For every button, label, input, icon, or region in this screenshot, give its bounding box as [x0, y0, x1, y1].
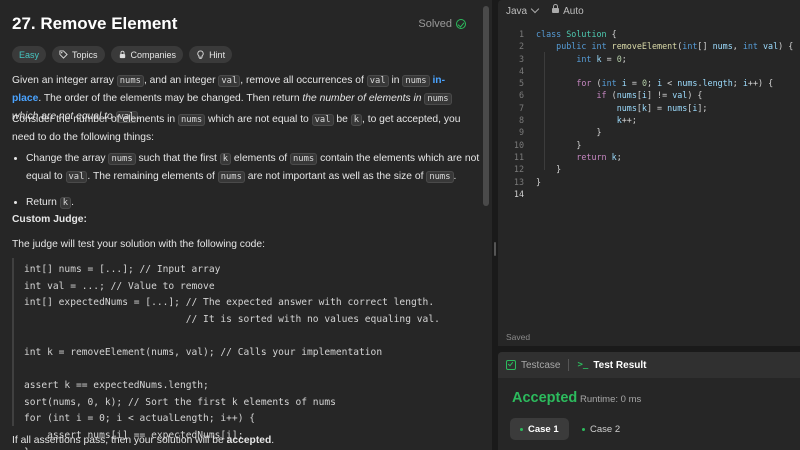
chevron-down-icon [530, 4, 540, 13]
judge-code-block: int[] nums = [...]; // Input array int v… [12, 258, 476, 450]
case-1-tab[interactable]: Case 1 [510, 418, 569, 440]
custom-judge-heading: Custom Judge: [12, 214, 87, 225]
difficulty-badge: Easy [12, 46, 47, 63]
hint-button[interactable]: Hint [189, 46, 233, 63]
result-tabs: Testcase >_ Test Result [498, 352, 800, 378]
line-number: 10 [513, 139, 524, 150]
judge-code: int[] nums = [...]; // Input array int v… [24, 264, 440, 450]
code-editor-panel[interactable]: Java Auto 1 2 3 4 5 6 7 8 9 10 11 12 13 14 class Solu… [498, 0, 800, 346]
lock-icon [552, 3, 560, 13]
tag-icon [59, 50, 68, 59]
problem-title: 27. Remove Element [12, 14, 178, 33]
solution-code[interactable]: class Solution { public int removeElemen… [536, 28, 793, 188]
tab-test-result[interactable]: >_ Test Result [569, 360, 654, 371]
line-number: 3 [518, 53, 524, 64]
problem-tags: Easy Topics Companies Hint [12, 46, 233, 63]
editor-toolbar: Java Auto [498, 0, 800, 22]
save-status: Saved [506, 332, 531, 342]
final-note: If all assertions pass, then your soluti… [12, 435, 275, 446]
verdict-label: Accepted [512, 390, 578, 406]
line-number: 8 [518, 115, 524, 126]
line-number: 5 [518, 78, 524, 89]
solved-status: Solved [418, 18, 466, 30]
list-item: Return k. [26, 194, 488, 212]
language-selector[interactable]: Java [506, 4, 540, 17]
line-number: 12 [513, 164, 524, 175]
runtime-label: Runtime: 0 ms [580, 394, 642, 405]
list-item: Change the array nums such that the firs… [26, 150, 488, 186]
solved-label: Solved [418, 18, 452, 30]
line-number: 2 [518, 41, 524, 52]
line-number: 1 [518, 29, 524, 39]
line-number: 11 [513, 151, 524, 162]
tab-testcase[interactable]: Testcase [498, 360, 568, 371]
pass-dot-icon [582, 427, 585, 431]
line-number: 14 [513, 188, 524, 199]
description-paragraph-2: Consider the number of elements in nums … [12, 114, 461, 143]
auto-mode-toggle[interactable]: Auto [552, 3, 584, 17]
line-number: 9 [518, 127, 524, 138]
line-number: 4 [518, 65, 524, 76]
judge-text: The judge will test your solution with t… [12, 239, 265, 250]
topics-button[interactable]: Topics [52, 46, 105, 63]
description-scrollbar[interactable] [483, 6, 489, 206]
companies-button[interactable]: Companies [110, 46, 184, 63]
test-result-panel: Testcase >_ Test Result Accepted Runtime:… [498, 352, 800, 450]
requirements-list: Change the array nums such that the firs… [12, 150, 488, 212]
case-2-tab[interactable]: Case 2 [572, 418, 630, 440]
checkbox-icon [506, 360, 516, 370]
line-number: 7 [518, 102, 524, 113]
check-circle-icon [456, 19, 466, 29]
lock-icon [119, 50, 125, 59]
line-numbers: 1 2 3 4 5 6 7 8 9 10 11 12 13 14 [498, 28, 524, 200]
terminal-icon: >_ [577, 360, 589, 370]
pass-dot-icon [520, 427, 523, 431]
line-number: 6 [518, 90, 524, 101]
problem-description-panel: 27. Remove Element Solved Easy Topics Co… [0, 0, 492, 450]
lightbulb-icon [197, 50, 204, 59]
line-number: 13 [513, 176, 524, 187]
